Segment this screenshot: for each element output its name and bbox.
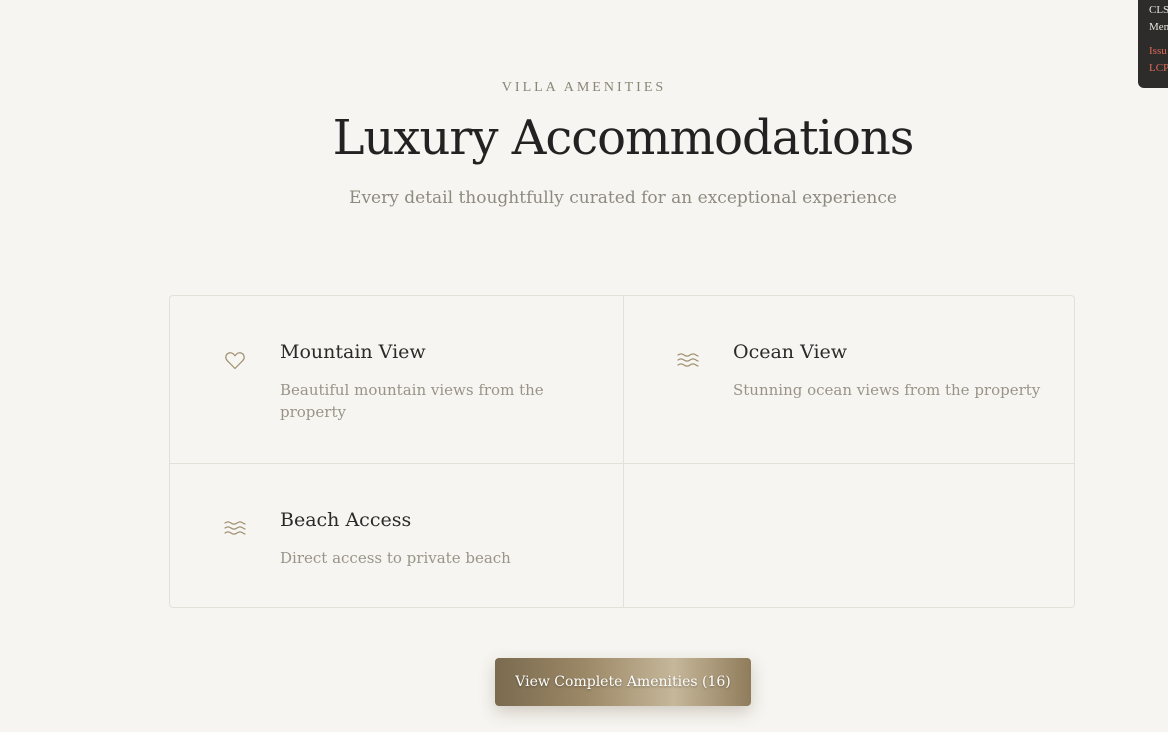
debug-line: LCP: [1149, 62, 1168, 74]
debug-spacer: [1149, 36, 1168, 43]
amenity-description: Direct access to private beach: [280, 549, 511, 567]
debug-panel: CLS Mem Issu LCP: [1138, 0, 1168, 88]
amenity-card-empty: [623, 464, 1075, 607]
page-title: Luxury Accommodations: [332, 110, 915, 166]
debug-line: Issu: [1149, 45, 1167, 57]
page: VILLA AMENITIES Luxury Accommodations Ev…: [0, 0, 1168, 732]
page-subtitle: Every detail thoughtfully curated for an…: [349, 188, 897, 208]
amenity-name: Ocean View: [733, 341, 848, 363]
amenity-card-mountain-view: Mountain View Beautiful mountain views f…: [170, 296, 622, 463]
heart-icon: [223, 348, 247, 372]
amenity-name: Mountain View: [280, 341, 426, 363]
debug-line: Mem: [1149, 21, 1168, 33]
amenity-card-ocean-view: Ocean View Stunning ocean views from the…: [623, 296, 1075, 463]
amenity-card-beach-access: Beach Access Direct access to private be…: [170, 464, 622, 607]
debug-line: CLS: [1149, 4, 1168, 16]
amenity-name: Beach Access: [280, 509, 412, 531]
amenity-description: Beautiful mountain views from the proper…: [280, 381, 544, 421]
waves-icon: [223, 516, 247, 540]
amenity-description: Stunning ocean views from the property: [733, 381, 1041, 399]
view-complete-amenities-button[interactable]: View Complete Amenities (16): [495, 658, 751, 706]
waves-icon: [676, 348, 700, 372]
section-eyebrow: VILLA AMENITIES: [501, 80, 667, 95]
amenities-grid: Mountain View Beautiful mountain views f…: [169, 295, 1075, 608]
